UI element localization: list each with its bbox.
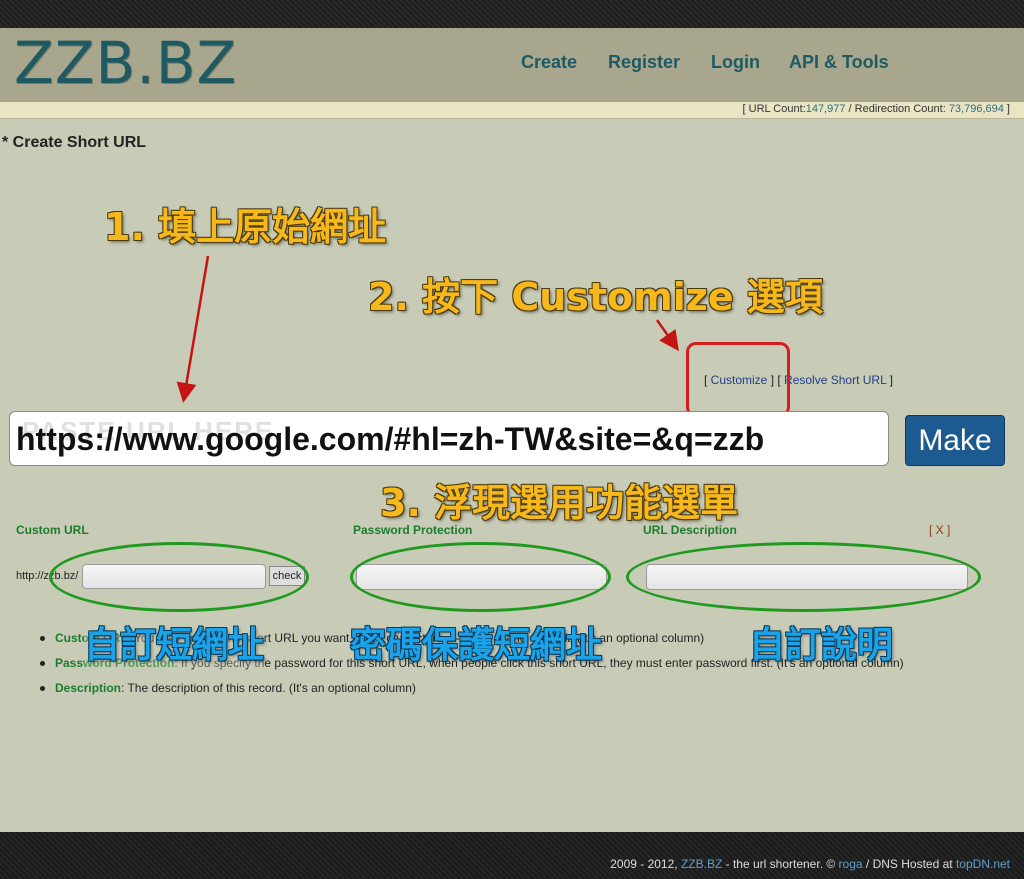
footer-hosted-text: / DNS Hosted at [865,857,953,871]
footer-tagline: - the url shortener. © [725,857,836,871]
password-protection-label: Password Protection [353,523,473,537]
url-description-label: URL Description [643,523,737,537]
help-text: : The description of this record. (It's … [121,681,416,695]
footer-host-link[interactable]: topDN.net [956,857,1010,871]
url-input-value: https://www.google.com/#hl=zh-TW&site=&q… [16,421,765,457]
bullet [40,661,45,666]
resolve-short-url-link[interactable]: Resolve Short URL [784,373,886,387]
arrow-to-url-input [176,255,210,403]
annotation-custom-url: 自訂短網址 [84,616,265,668]
annotation-password: 密碼保護短網址 [350,625,603,666]
footer-author-link[interactable]: roga [839,857,863,871]
bullet [40,636,45,641]
help-item-description: Description: The description of this rec… [40,681,416,695]
annotation-description: 自訂說明 [749,625,894,666]
close-options-button[interactable]: [ X ] [929,523,950,537]
customize-highlight-box [686,342,790,417]
footer-years: 2009 - 2012, [610,857,678,871]
make-button[interactable]: Make [905,415,1005,466]
bullet [40,686,45,691]
footer-site-link[interactable]: ZZB.BZ [681,857,722,871]
help-term: Description [55,681,122,695]
long-url-input[interactable]: PASTE URL HERE https://www.google.com/#h… [9,411,889,466]
footer-text: 2009 - 2012, ZZB.BZ - the url shortener.… [610,857,1010,871]
arrow-to-customize [655,319,679,352]
custom-url-label: Custom URL [16,523,89,537]
password-highlight-oval [350,542,611,612]
custom-url-highlight-oval [49,542,309,612]
description-highlight-oval [626,542,981,612]
footer: 2009 - 2012, ZZB.BZ - the url shortener.… [0,832,1024,879]
